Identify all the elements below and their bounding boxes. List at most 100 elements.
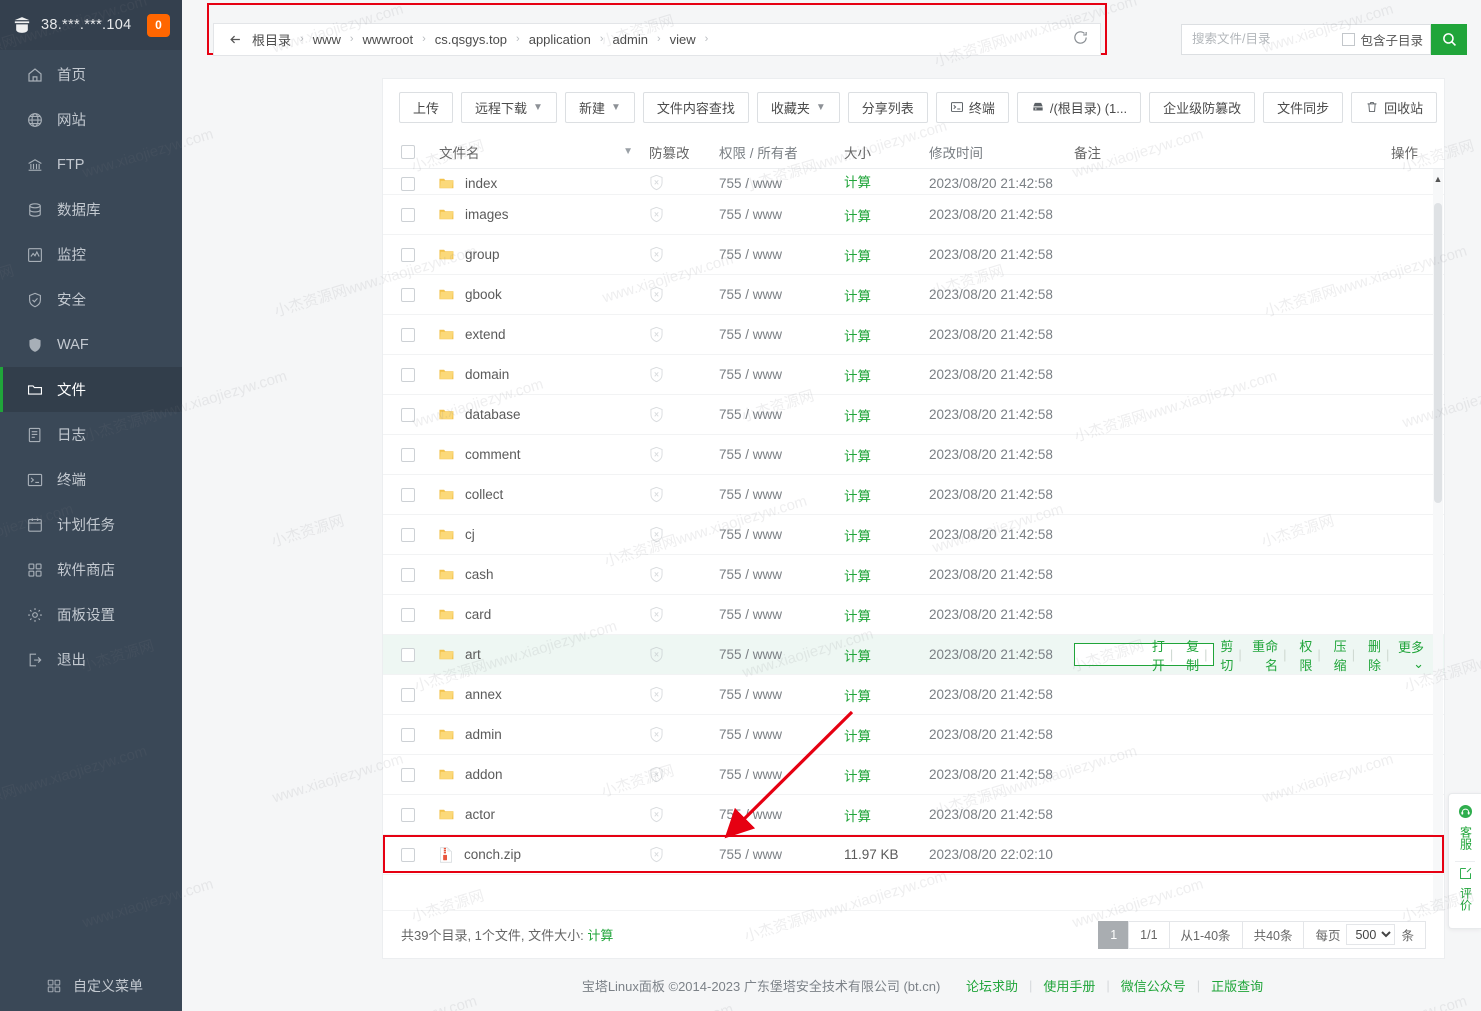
row-size-cell[interactable]: 计算	[844, 805, 929, 825]
row-checkbox-cell[interactable]	[401, 288, 439, 302]
row-filename-cell[interactable]: annex	[439, 687, 649, 702]
table-row[interactable]: collect755 / www计算2023/08/20 21:42:58	[383, 475, 1444, 515]
calc-size-link[interactable]: 计算	[844, 249, 871, 264]
table-row[interactable]: actor755 / www计算2023/08/20 21:42:58	[383, 795, 1444, 835]
scroll-up-arrow-icon[interactable]: ▲	[1433, 174, 1443, 184]
row-filename-cell[interactable]: gbook	[439, 287, 649, 302]
row-checkbox-cell[interactable]	[401, 208, 439, 222]
calc-size-link[interactable]: 计算	[844, 209, 871, 224]
page-number-1[interactable]: 1	[1098, 921, 1128, 949]
remote-download-button[interactable]: 远程下载▼	[461, 92, 557, 123]
sidebar-item-ftp[interactable]: FTP	[0, 142, 182, 187]
row-permission-cell[interactable]: 755 / www	[719, 847, 844, 862]
breadcrumb-item-view[interactable]: view	[670, 32, 696, 47]
row-antitamper-cell[interactable]	[649, 326, 719, 343]
row-size-cell[interactable]: 计算	[844, 205, 929, 225]
row-checkbox-cell[interactable]	[401, 728, 439, 742]
footer-link-wechat[interactable]: 微信公众号	[1121, 976, 1186, 995]
scrollbar-thumb[interactable]	[1434, 203, 1442, 503]
row-filename-cell[interactable]: cash	[439, 567, 649, 582]
table-row[interactable]: card755 / www计算2023/08/20 21:42:58	[383, 595, 1444, 635]
row-size-cell[interactable]: 计算	[844, 685, 929, 705]
row-checkbox-cell[interactable]	[401, 768, 439, 782]
footer-link-license[interactable]: 正版查询	[1211, 976, 1263, 995]
row-antitamper-cell[interactable]	[649, 526, 719, 543]
calc-size-link[interactable]: 计算	[844, 689, 871, 704]
row-antitamper-cell[interactable]	[649, 686, 719, 703]
calc-size-link[interactable]: 计算	[844, 809, 871, 824]
row-antitamper-cell[interactable]	[649, 766, 719, 783]
row-checkbox-cell[interactable]	[401, 528, 439, 542]
row-note-cell[interactable]	[1074, 643, 1144, 666]
sidebar-item-terminal[interactable]: 终端	[0, 457, 182, 502]
file-name[interactable]: art	[465, 647, 481, 662]
row-antitamper-cell[interactable]	[649, 726, 719, 743]
row-antitamper-cell[interactable]	[649, 246, 719, 263]
row-permission-cell[interactable]: 755 / www	[719, 247, 844, 262]
calc-size-link[interactable]: 计算	[844, 729, 871, 744]
sidebar-item-files[interactable]: 文件	[0, 367, 182, 412]
row-size-cell[interactable]: 计算	[844, 325, 929, 345]
row-action-0[interactable]: 打开	[1144, 636, 1165, 674]
file-name[interactable]: cash	[465, 567, 494, 582]
row-permission-cell[interactable]: 755 / www	[719, 607, 844, 622]
row-permission-cell[interactable]: 755 / www	[719, 567, 844, 582]
row-filename-cell[interactable]: addon	[439, 767, 649, 782]
breadcrumb-item-root[interactable]: 根目录	[252, 30, 291, 49]
row-size-cell[interactable]: 计算	[844, 245, 929, 265]
row-permission-cell[interactable]: 755 / www	[719, 687, 844, 702]
calc-size-link[interactable]: 计算	[844, 569, 871, 584]
table-row[interactable]: annex755 / www计算2023/08/20 21:42:58	[383, 675, 1444, 715]
table-row[interactable]: database755 / www计算2023/08/20 21:42:58	[383, 395, 1444, 435]
row-antitamper-cell[interactable]	[649, 606, 719, 623]
review-button[interactable]: 评价	[1449, 866, 1481, 918]
file-name[interactable]: addon	[465, 767, 503, 782]
table-row[interactable]: gbook755 / www计算2023/08/20 21:42:58	[383, 275, 1444, 315]
calc-size-link[interactable]: 计算	[844, 409, 871, 424]
sidebar-item-security[interactable]: 安全	[0, 277, 182, 322]
row-filename-cell[interactable]: group	[439, 247, 649, 262]
table-row[interactable]: comment755 / www计算2023/08/20 21:42:58	[383, 435, 1444, 475]
calc-size-link[interactable]: 计算	[844, 289, 871, 304]
enterprise-antitamper-button[interactable]: 企业级防篡改	[1149, 92, 1255, 123]
row-antitamper-cell[interactable]	[649, 846, 719, 863]
row-permission-cell[interactable]: 755 / www	[719, 767, 844, 782]
table-row[interactable]: group755 / www计算2023/08/20 21:42:58	[383, 235, 1444, 275]
row-permission-cell[interactable]: 755 / www	[719, 727, 844, 742]
row-permission-cell[interactable]: 755 / www	[719, 207, 844, 222]
row-action-7[interactable]: 更多⌄	[1394, 637, 1424, 672]
row-antitamper-cell[interactable]	[649, 206, 719, 223]
file-name[interactable]: annex	[465, 687, 502, 702]
sidebar-item-database[interactable]: 数据库	[0, 187, 182, 232]
sidebar-item-logs[interactable]: 日志	[0, 412, 182, 457]
terminal-button[interactable]: 终端	[936, 92, 1009, 123]
row-permission-cell[interactable]: 755 / www	[719, 647, 844, 662]
file-name[interactable]: domain	[465, 367, 509, 382]
row-filename-cell[interactable]: cj	[439, 527, 649, 542]
table-row[interactable]: conch.zip755 / www11.97 KB2023/08/20 22:…	[383, 835, 1444, 875]
new-button[interactable]: 新建▼	[565, 92, 635, 123]
row-antitamper-cell[interactable]	[649, 406, 719, 423]
sidebar-item-website[interactable]: 网站	[0, 97, 182, 142]
sidebar-item-crontab[interactable]: 计划任务	[0, 502, 182, 547]
file-name[interactable]: comment	[465, 447, 521, 462]
calc-size-link[interactable]: 计算	[844, 449, 871, 464]
row-size-cell[interactable]: 计算	[844, 485, 929, 505]
row-filename-cell[interactable]: images	[439, 207, 649, 222]
sidebar-item-panel-settings[interactable]: 面板设置	[0, 592, 182, 637]
file-name[interactable]: images	[465, 207, 509, 222]
file-name[interactable]: conch.zip	[464, 847, 521, 862]
file-name[interactable]: card	[465, 607, 491, 622]
sidebar-custom-menu[interactable]: 自定义菜单	[0, 961, 182, 1011]
breadcrumb-item-application[interactable]: application	[529, 32, 591, 47]
row-permission-cell[interactable]: 755 / www	[719, 527, 844, 542]
row-size-cell[interactable]: 计算	[844, 725, 929, 745]
row-filename-cell[interactable]: art	[439, 647, 649, 662]
row-filename-cell[interactable]: domain	[439, 367, 649, 382]
per-page-select[interactable]: 102050100200500	[1346, 924, 1395, 945]
calc-size-link[interactable]: 计算	[844, 369, 871, 384]
row-checkbox-cell[interactable]	[401, 488, 439, 502]
sidebar-item-logout[interactable]: 退出	[0, 637, 182, 682]
calc-size-link[interactable]: 计算	[844, 329, 871, 344]
upload-button[interactable]: 上传	[399, 92, 453, 123]
